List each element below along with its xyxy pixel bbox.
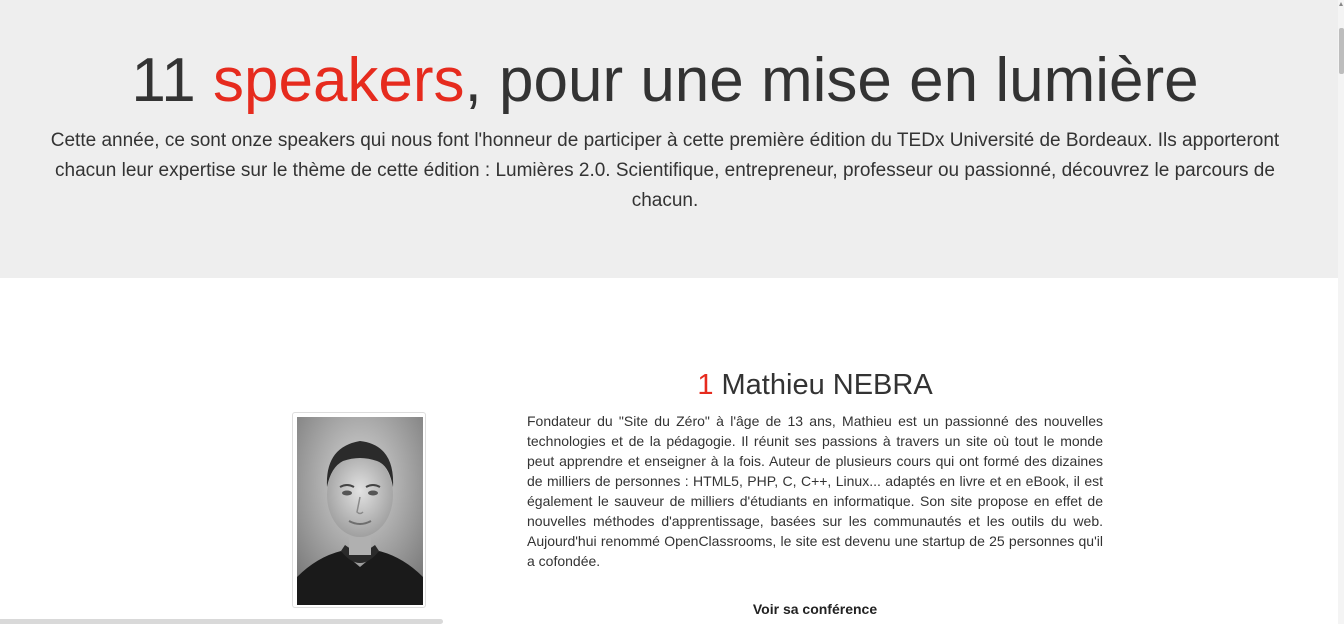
vertical-scrollbar[interactable] [1338,0,1344,624]
speaker-portrait-image [297,417,423,605]
scroll-up-arrow-icon[interactable] [1339,2,1343,6]
page-title: 11 speakers, pour une mise en lumière [0,46,1330,116]
view-conference-link[interactable]: Voir sa conférence [527,601,1103,617]
horizontal-scrollbar[interactable] [0,619,443,624]
hero-intro-text: Cette année, ce sont onze speakers qui n… [50,130,1280,211]
hero-section: 11 speakers, pour une mise en lumière Ce… [0,0,1338,278]
speaker-name: Mathieu NEBRA [713,369,933,401]
scrollbar-thumb[interactable] [1339,28,1344,74]
speaker-bio: Fondateur du "Site du Zéro" à l'âge de 1… [527,413,1103,569]
page-viewport: 11 speakers, pour une mise en lumière Ce… [0,0,1344,624]
title-suffix: , pour une mise en lumière [464,46,1199,115]
title-prefix: 11 [131,46,213,115]
speaker-photo [292,412,426,608]
speakers-section: 1 Mathieu NEBRA Fondateur du "Site du Zé… [0,278,1338,624]
title-accent: speakers [212,46,465,115]
speaker-number: 1 [697,369,714,401]
speaker-name-heading: 1 Mathieu NEBRA [527,365,1103,405]
